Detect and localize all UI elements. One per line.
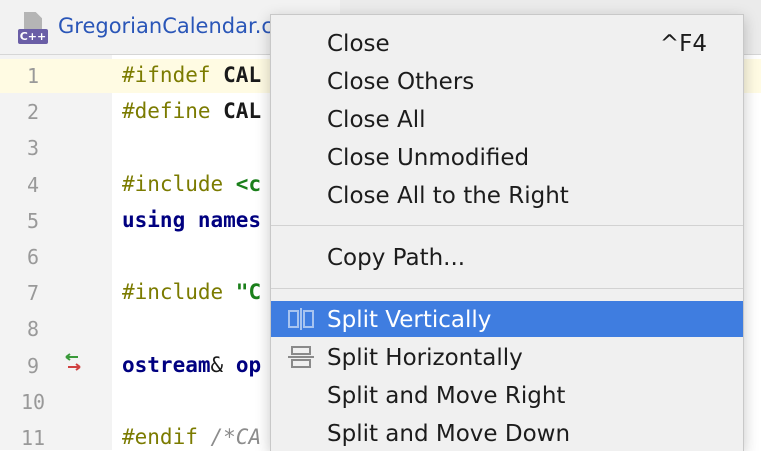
cpp-file-icon: C++ — [18, 12, 48, 44]
line-number-gutter — [0, 55, 112, 450]
menu-item-split-and-move-down[interactable]: Split and Move Down — [271, 415, 743, 451]
code-token: & — [210, 352, 236, 377]
menu-separator — [271, 225, 743, 226]
line-number: 7 — [26, 281, 40, 306]
code-token: "C — [235, 280, 262, 305]
menu-item-label: Split and Move Right — [327, 383, 566, 409]
menu-item-close-all-to-the-right[interactable]: Close All to the Right — [271, 177, 743, 213]
code-line: ostream& op — [122, 353, 261, 377]
menu-item-split-and-move-right[interactable]: Split and Move Right — [271, 377, 743, 413]
line-number: 6 — [26, 245, 40, 269]
tab-title: GregorianCalendar.cpp — [58, 14, 300, 38]
line-number: 1 — [26, 64, 40, 88]
line-number: 11 — [20, 426, 46, 450]
tab-context-menu: Close ^F4 Close Others Close All Close U… — [270, 14, 744, 451]
code-token: ostream — [122, 352, 211, 377]
code-token: <c — [235, 171, 262, 196]
menu-item-label: Split and Move Down — [327, 421, 571, 447]
split-horizontally-icon — [288, 346, 314, 368]
code-token: #endif — [122, 425, 211, 449]
menu-item-label: Close Others — [327, 69, 475, 95]
file-fold-shape — [24, 12, 42, 30]
code-line: #endif /*CA — [122, 425, 261, 449]
code-line: using names — [122, 208, 261, 232]
menu-item-label: Close All to the Right — [327, 183, 569, 209]
menu-item-label: Close — [327, 31, 390, 57]
line-number: 4 — [26, 172, 40, 197]
code-token: CAL — [223, 63, 262, 87]
menu-item-copy-path[interactable]: Copy Path... — [271, 239, 743, 275]
code-line: #ifndef CAL — [122, 63, 261, 87]
menu-item-label: Split Horizontally — [327, 345, 523, 371]
code-token: #include — [122, 280, 236, 305]
implements-arrows-icon[interactable] — [62, 352, 84, 374]
line-number: 10 — [20, 389, 46, 414]
line-number: 8 — [26, 317, 40, 342]
split-vertically-icon — [288, 308, 314, 330]
line-number: 2 — [26, 100, 40, 125]
menu-item-shortcut: ^F4 — [659, 31, 707, 57]
cpp-badge: C++ — [18, 29, 48, 44]
menu-item-label: Close All — [327, 107, 426, 133]
code-token: #define — [122, 99, 224, 124]
code-token: CAL — [223, 99, 262, 124]
code-token: op — [235, 352, 262, 377]
menu-item-label: Copy Path... — [327, 245, 466, 271]
code-line: #include "C — [122, 280, 261, 304]
code-token: #ifndef — [122, 63, 224, 87]
code-token: /*CA — [210, 425, 262, 449]
menu-item-label: Split Vertically — [327, 307, 492, 333]
menu-item-split-horizontally[interactable]: Split Horizontally — [271, 339, 743, 375]
menu-item-close[interactable]: Close ^F4 — [271, 25, 743, 61]
menu-item-close-all[interactable]: Close All — [271, 101, 743, 137]
line-number: 9 — [26, 353, 40, 378]
menu-item-close-others[interactable]: Close Others — [271, 63, 743, 99]
menu-item-label: Close Unmodified — [327, 145, 530, 171]
line-number: 3 — [26, 136, 40, 161]
code-token: using names — [122, 207, 262, 232]
line-number: 5 — [26, 208, 40, 233]
code-line: #include <c — [122, 172, 261, 196]
code-token: #include — [122, 171, 236, 196]
menu-separator — [271, 288, 743, 289]
code-line: #define CAL — [122, 99, 261, 123]
menu-item-split-vertically[interactable]: Split Vertically — [271, 301, 743, 337]
menu-item-close-unmodified[interactable]: Close Unmodified — [271, 139, 743, 175]
